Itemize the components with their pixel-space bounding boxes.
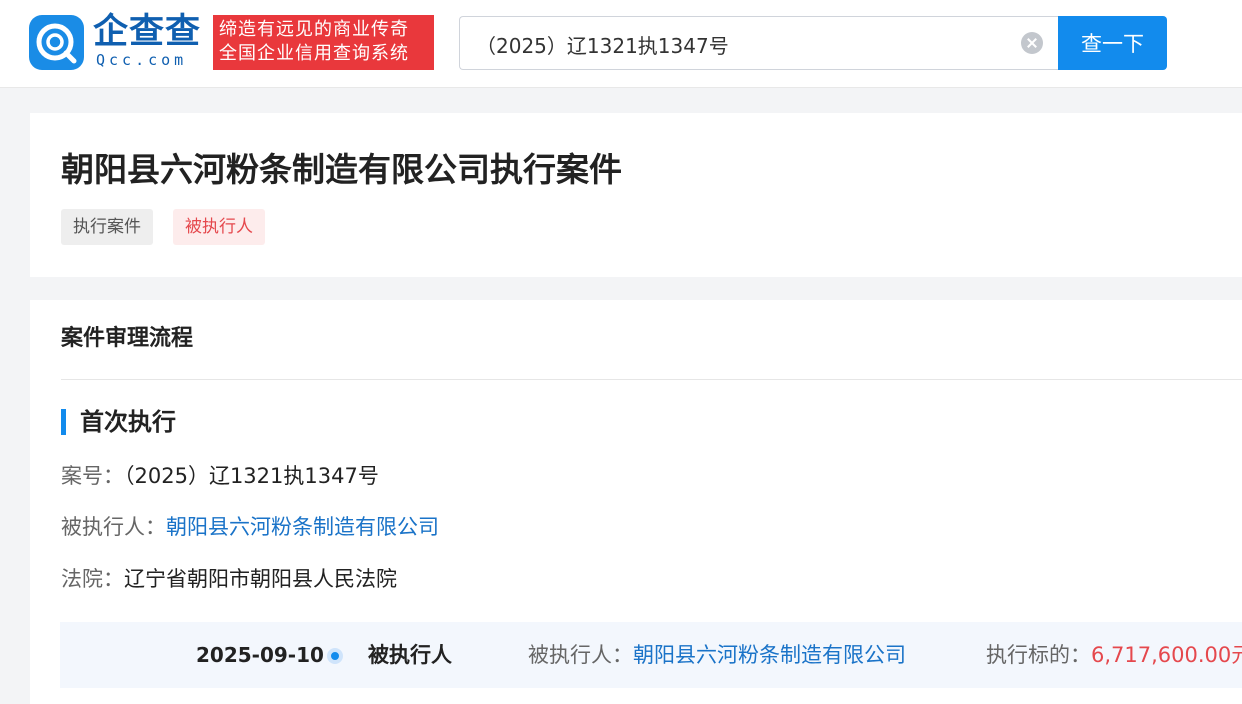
executed-party-label: 被执行人： bbox=[61, 515, 166, 539]
clear-icon[interactable] bbox=[1021, 32, 1043, 54]
case-number-row: 案号：（2025）辽1321执1347号 bbox=[61, 461, 379, 491]
slogan-line-1: 缔造有远见的商业传奇 bbox=[219, 19, 409, 40]
tag-executed-person: 被执行人 bbox=[173, 209, 265, 245]
brand-slogan: 缔造有远见的商业传奇 全国企业信用查询系统 bbox=[213, 15, 434, 70]
case-number-value: （2025）辽1321执1347号 bbox=[124, 464, 379, 488]
timeline-party-label: 被执行人： bbox=[528, 643, 633, 667]
court-value: 辽宁省朝阳市朝阳县人民法院 bbox=[124, 567, 397, 591]
timeline-party: 被执行人：朝阳县六河粉条制造有限公司 bbox=[528, 640, 906, 670]
search-box bbox=[459, 16, 1059, 70]
timeline-amount: 执行标的：6,717,600.00元 bbox=[986, 640, 1242, 670]
executed-party-row: 被执行人：朝阳县六河粉条制造有限公司 bbox=[61, 512, 439, 542]
qcc-logo-icon[interactable] bbox=[29, 15, 84, 70]
timeline-entry: 2025-09-10 被执行人 被执行人：朝阳县六河粉条制造有限公司 执行标的：… bbox=[60, 622, 1242, 688]
timeline-amount-label: 执行标的： bbox=[986, 643, 1091, 667]
stage-title: 首次执行 bbox=[80, 408, 176, 436]
stage-accent-bar bbox=[61, 409, 66, 435]
top-header: 企查查 Qcc.com 缔造有远见的商业传奇 全国企业信用查询系统 查一下 bbox=[0, 0, 1242, 88]
search-input[interactable] bbox=[476, 29, 1016, 59]
search-button[interactable]: 查一下 bbox=[1058, 16, 1167, 70]
case-number-label: 案号： bbox=[61, 464, 124, 488]
tag-execution-case: 执行案件 bbox=[61, 209, 153, 245]
page-title: 朝阳县六河粉条制造有限公司执行案件 bbox=[61, 150, 622, 189]
executed-party-link[interactable]: 朝阳县六河粉条制造有限公司 bbox=[166, 515, 439, 539]
timeline-role: 被执行人 bbox=[368, 643, 452, 667]
divider bbox=[61, 379, 1242, 380]
timeline-amount-value: 6,717,600.00元 bbox=[1091, 643, 1242, 667]
slogan-line-2: 全国企业信用查询系统 bbox=[219, 43, 409, 64]
timeline-dot-icon bbox=[327, 648, 343, 664]
brand-domain: Qcc.com bbox=[96, 51, 188, 69]
timeline-party-link[interactable]: 朝阳县六河粉条制造有限公司 bbox=[633, 643, 906, 667]
section-title: 案件审理流程 bbox=[61, 326, 194, 351]
brand-name[interactable]: 企查查 bbox=[93, 14, 201, 50]
court-label: 法院： bbox=[61, 567, 124, 591]
timeline-date: 2025-09-10 bbox=[196, 643, 324, 667]
case-header-card: 朝阳县六河粉条制造有限公司执行案件 执行案件 被执行人 bbox=[30, 113, 1242, 277]
court-row: 法院：辽宁省朝阳市朝阳县人民法院 bbox=[61, 564, 397, 594]
case-process-card: 案件审理流程 首次执行 案号：（2025）辽1321执1347号 被执行人：朝阳… bbox=[30, 300, 1242, 704]
